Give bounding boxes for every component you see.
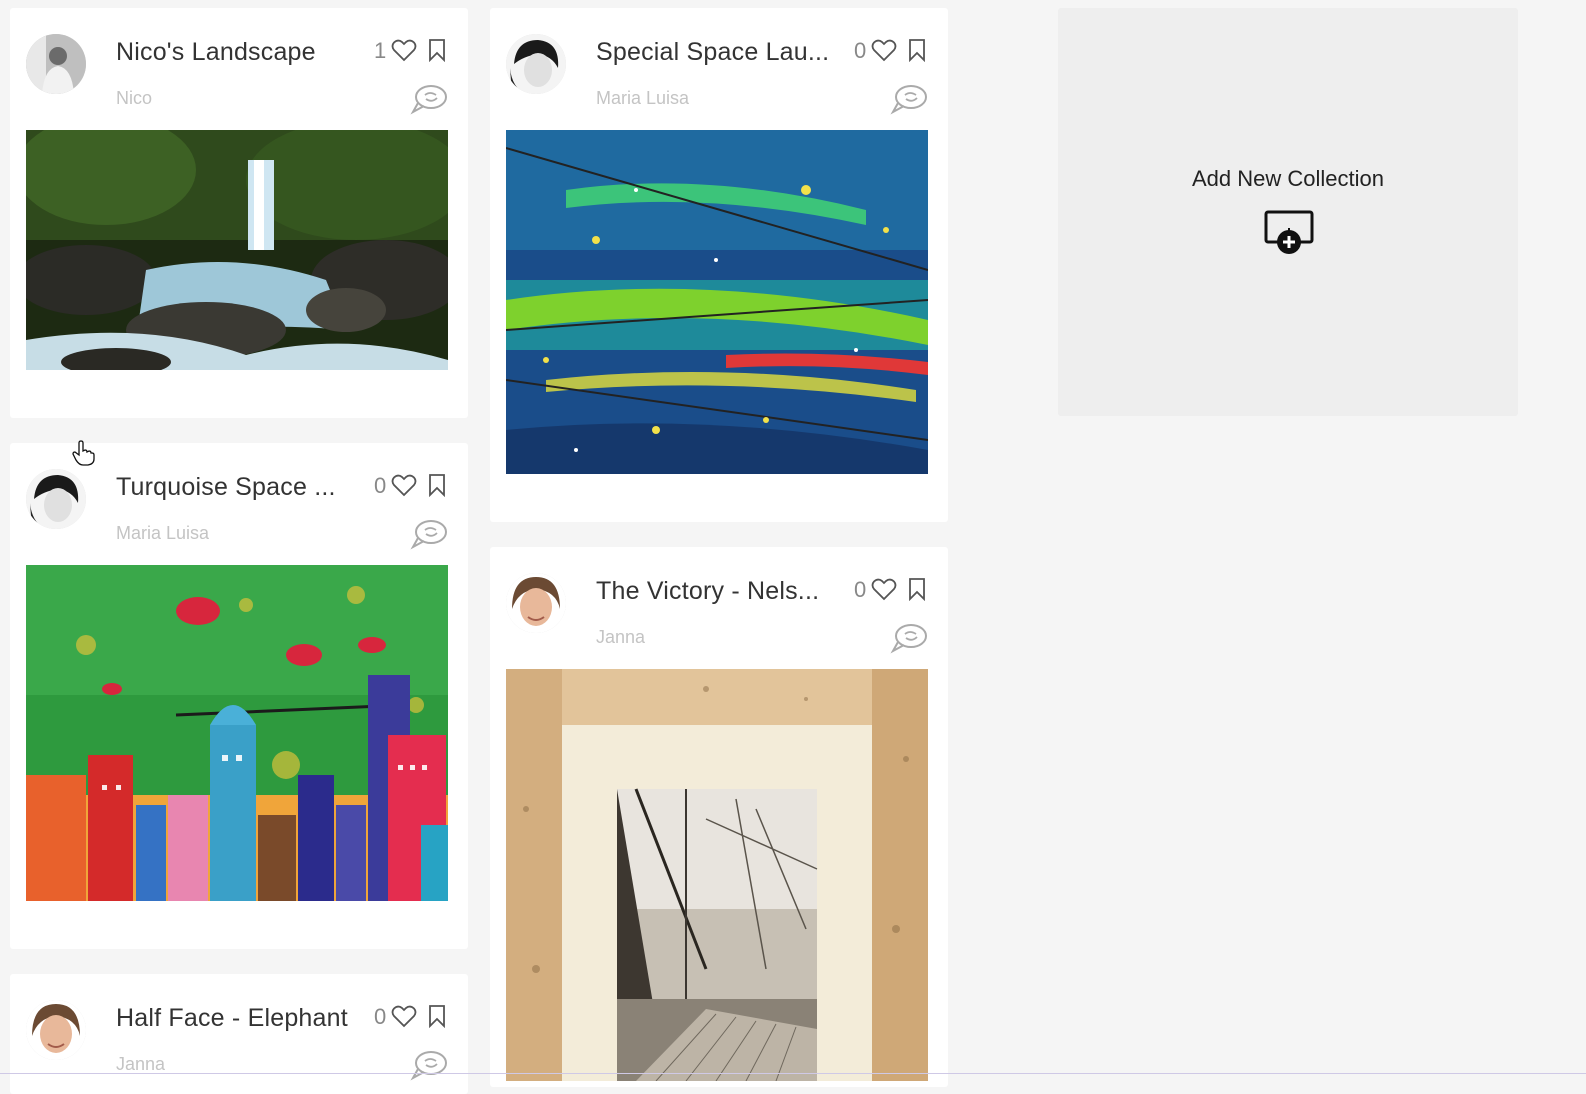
hand-cursor-icon xyxy=(72,440,95,466)
like-count: 0 xyxy=(374,473,387,498)
like-count: 0 xyxy=(374,1004,387,1029)
collection-card[interactable]: Nico's Landscape Nico 1 xyxy=(10,8,468,418)
collection-title[interactable]: Special Space Lau... xyxy=(596,38,829,67)
collection-card[interactable]: Special Space Lau... Maria Luisa 0 xyxy=(490,8,948,522)
heart-icon[interactable] xyxy=(391,473,417,497)
comment-icon[interactable] xyxy=(890,82,928,116)
like-count: 1 xyxy=(374,38,387,63)
collection-card[interactable]: The Victory - Nels... Janna 0 xyxy=(490,547,948,1087)
comment-icon[interactable] xyxy=(410,517,448,551)
bookmark-icon[interactable] xyxy=(907,577,927,601)
artwork-image[interactable] xyxy=(26,565,448,901)
collection-title[interactable]: Half Face - Elephant xyxy=(116,1004,348,1033)
avatar[interactable] xyxy=(506,573,566,633)
add-collection-button[interactable]: Add New Collection xyxy=(1058,8,1518,416)
bookmark-icon[interactable] xyxy=(907,38,927,62)
collection-title[interactable]: Nico's Landscape xyxy=(116,38,316,67)
heart-icon[interactable] xyxy=(391,38,417,62)
collection-title[interactable]: The Victory - Nels... xyxy=(596,577,819,606)
like-count: 0 xyxy=(854,38,867,63)
bookmark-icon[interactable] xyxy=(427,38,447,62)
collection-card[interactable]: Half Face - Elephant Janna 0 xyxy=(10,974,468,1094)
bookmark-icon[interactable] xyxy=(427,473,447,497)
avatar[interactable] xyxy=(26,469,86,529)
avatar[interactable] xyxy=(26,1000,86,1060)
page-bottom-border xyxy=(0,1073,1586,1074)
heart-icon[interactable] xyxy=(391,1004,417,1028)
avatar[interactable] xyxy=(506,34,566,94)
collection-title[interactable]: Turquoise Space ... xyxy=(116,473,336,502)
avatar[interactable] xyxy=(26,34,86,94)
heart-icon[interactable] xyxy=(871,577,897,601)
heart-icon[interactable] xyxy=(871,38,897,62)
artwork-image[interactable] xyxy=(26,130,448,370)
comment-icon[interactable] xyxy=(890,621,928,655)
artwork-image[interactable] xyxy=(506,130,928,474)
comment-icon[interactable] xyxy=(410,1048,448,1082)
collection-author[interactable]: Janna xyxy=(116,1054,165,1075)
add-collection-icon xyxy=(1264,210,1314,254)
collection-author[interactable]: Maria Luisa xyxy=(116,523,209,544)
bookmark-icon[interactable] xyxy=(427,1004,447,1028)
collection-card[interactable]: Turquoise Space ... Maria Luisa 0 xyxy=(10,443,468,949)
add-collection-label: Add New Collection xyxy=(1192,166,1384,191)
like-count: 0 xyxy=(854,577,867,602)
collection-author[interactable]: Maria Luisa xyxy=(596,88,689,109)
comment-icon[interactable] xyxy=(410,82,448,116)
collection-author[interactable]: Janna xyxy=(596,627,645,648)
collection-author[interactable]: Nico xyxy=(116,88,152,109)
artwork-image[interactable] xyxy=(506,669,928,1081)
